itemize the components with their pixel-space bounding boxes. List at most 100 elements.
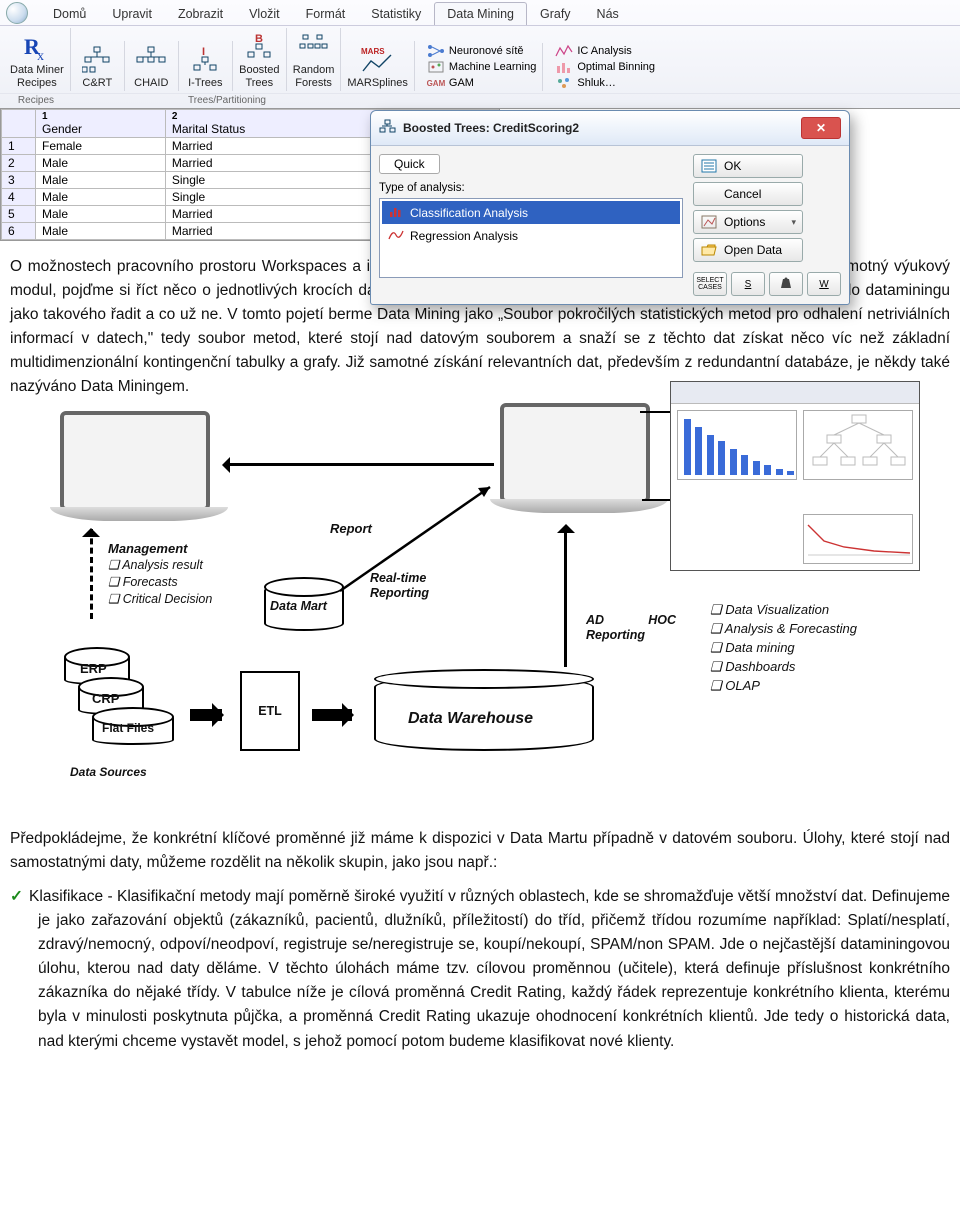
menu-item-data-mining[interactable]: Data Mining [434, 2, 527, 25]
label: Machine Learning [449, 61, 536, 73]
svg-text:I: I [202, 46, 205, 58]
btn-boosted-trees[interactable]: B Boosted Trees [233, 28, 287, 91]
laptop-analytics [500, 403, 650, 503]
bullet: Analysis & Forecasting [710, 620, 857, 639]
btn-machine-learning[interactable]: Machine Learning [421, 59, 542, 75]
row-number[interactable]: 5 [2, 206, 36, 223]
open-data-button[interactable]: Open Data [693, 238, 803, 262]
bullet: OLAP [710, 677, 857, 696]
cell[interactable]: Female [36, 138, 166, 155]
list-text: Klasifikace - Klasifikační metody mají p… [29, 888, 950, 1049]
menu-item-grafy[interactable]: Grafy [527, 2, 584, 25]
btn-label2: Recipes [17, 77, 57, 90]
option-label: Classification Analysis [410, 206, 528, 220]
dialog-title: Boosted Trees: CreditScoring2 [403, 121, 801, 135]
tab-quick[interactable]: Quick [379, 154, 440, 174]
tree-b-icon: B [242, 30, 276, 64]
options-button[interactable]: Options ▾ [693, 210, 803, 234]
cell[interactable]: Single [165, 189, 376, 206]
arrow-report [226, 463, 494, 466]
label: IC Analysis [577, 45, 631, 57]
btn-label: I-Trees [188, 77, 222, 90]
cell[interactable]: Male [36, 189, 166, 206]
btn-label: Random [293, 64, 335, 77]
ok-button[interactable]: OK [693, 154, 803, 178]
menu-item-upravit[interactable]: Upravit [99, 2, 165, 25]
cell[interactable]: Married [165, 206, 376, 223]
option-classification[interactable]: Classification Analysis [382, 201, 680, 224]
options-label: Options [724, 215, 765, 229]
label-dw: Data Warehouse [408, 707, 533, 732]
cell[interactable]: Male [36, 155, 166, 172]
btn-label: Data Miner [10, 64, 64, 77]
bullet: Critical Decision [108, 591, 212, 608]
cell[interactable]: Married [165, 138, 376, 155]
cell[interactable]: Male [36, 206, 166, 223]
btn-marsplines[interactable]: MARS MARSplines [341, 41, 415, 92]
cell[interactable]: Married [165, 223, 376, 240]
cell[interactable]: Male [36, 223, 166, 240]
arrow-etl-dw [312, 709, 352, 721]
label: Neuronové sítě [449, 45, 524, 57]
tree-i-icon: I [188, 43, 222, 77]
weight-icon-button[interactable] [769, 272, 803, 296]
nn-icon [427, 44, 445, 58]
menu-item-statistiky[interactable]: Statistiky [358, 2, 434, 25]
btn-optimal-binning[interactable]: Optimal Binning [549, 59, 661, 75]
tree-icon [134, 43, 168, 77]
row-number[interactable]: 4 [2, 189, 36, 206]
arrow-sources-etl [190, 709, 222, 721]
analysis-type-listbox[interactable]: Classification Analysis Regression Analy… [379, 198, 683, 278]
menu-item-dom-[interactable]: Domů [40, 2, 99, 25]
select-cases-label: SELECT CASES [694, 277, 726, 291]
laptop-management [60, 411, 210, 511]
btn-chaid[interactable]: CHAID [125, 41, 179, 92]
regression-icon [388, 227, 404, 244]
label-etl: ETL [258, 702, 282, 721]
cluster-icon [555, 76, 573, 90]
btn-label: MARSplines [347, 77, 408, 90]
cancel-button[interactable]: Cancel [693, 182, 803, 206]
cancel-label: Cancel [724, 187, 761, 201]
menu-item-form-t[interactable]: Formát [293, 2, 359, 25]
app-menu-orb[interactable] [6, 2, 28, 24]
btn-cluster[interactable]: Shluk… [549, 75, 661, 91]
menu-item-n-s[interactable]: Nás [584, 2, 632, 25]
ic-icon [555, 44, 573, 58]
svg-text:MARS: MARS [361, 47, 385, 56]
close-button[interactable]: ✕ [801, 117, 841, 139]
btn-random-forests[interactable]: Random Forests [287, 28, 342, 91]
article-body: O možnostech pracovního prostoru Workspa… [0, 241, 960, 1093]
label: GAM [449, 77, 474, 89]
w-button[interactable]: W [807, 272, 841, 296]
bullet: Forecasts [108, 574, 212, 591]
btn-cart[interactable]: C&RT [71, 41, 125, 92]
option-regression[interactable]: Regression Analysis [382, 224, 680, 247]
cell[interactable]: Married [165, 155, 376, 172]
select-cases-button[interactable]: SELECT CASES [693, 272, 727, 296]
menu-item-zobrazit[interactable]: Zobrazit [165, 2, 236, 25]
tree-icon [80, 43, 114, 77]
btn-gam[interactable]: GAM GAM [421, 75, 542, 91]
cell[interactable]: Male [36, 172, 166, 189]
type-of-analysis-label: Type of analysis: [379, 182, 683, 194]
menu-item-vlo-it[interactable]: Vložit [236, 2, 293, 25]
btn-ic-analysis[interactable]: IC Analysis [549, 43, 661, 59]
btn-data-miner-recipes[interactable]: Rx Data Miner Recipes [4, 28, 71, 91]
btn-itrees[interactable]: I I-Trees [179, 41, 233, 92]
classification-icon [388, 204, 404, 221]
row-number[interactable]: 1 [2, 138, 36, 155]
row-number[interactable]: 2 [2, 155, 36, 172]
col-name: Gender [42, 122, 82, 136]
col-index: 2 [172, 111, 370, 122]
row-number[interactable]: 6 [2, 223, 36, 240]
row-number[interactable]: 3 [2, 172, 36, 189]
cell[interactable]: Single [165, 172, 376, 189]
btn-neural-networks[interactable]: Neuronové sítě [421, 43, 542, 59]
gam-icon: GAM [427, 76, 445, 90]
list-item-classification: ✓Klasifikace - Klasifikační metody mají … [10, 885, 950, 1053]
forest-icon [297, 30, 331, 64]
s-button[interactable]: S [731, 272, 765, 296]
group-recipes-label: Recipes [0, 93, 72, 108]
ok-label: OK [724, 159, 741, 173]
